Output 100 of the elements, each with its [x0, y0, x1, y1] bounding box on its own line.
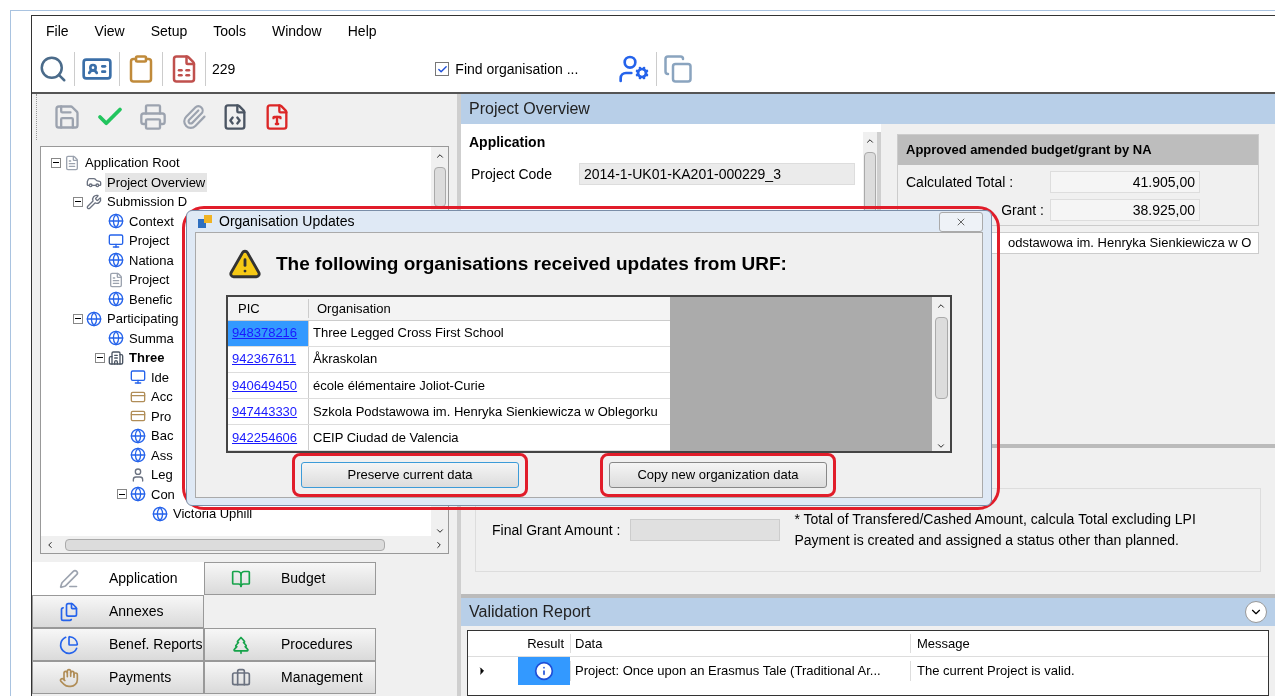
- column-header[interactable]: Message: [910, 633, 1268, 654]
- note-text: * Total of Transfered/Cashed Amount, calcula: [794, 510, 1075, 529]
- column-header[interactable]: PIC: [228, 298, 308, 319]
- scroll-left-icon[interactable]: [45, 539, 55, 550]
- tree-item[interactable]: Submission D: [105, 192, 190, 212]
- tree-item[interactable]: Project: [127, 270, 172, 290]
- horizontal-scrollbar[interactable]: [41, 536, 448, 553]
- checkbox-label[interactable]: Find organisation ...: [455, 58, 579, 80]
- checkbox[interactable]: [435, 62, 450, 76]
- tree-item[interactable]: Three: [127, 348, 167, 368]
- warning-icon: [228, 247, 262, 281]
- menu-item[interactable]: Setup: [150, 20, 188, 42]
- expander-icon[interactable]: [95, 352, 105, 363]
- column-header[interactable]: Result: [518, 633, 570, 654]
- input-field[interactable]: 38.925,00: [1050, 199, 1200, 221]
- tree-item[interactable]: Summa: [127, 328, 176, 348]
- scroll-down-icon[interactable]: [434, 526, 445, 536]
- tab[interactable]: Procedures: [204, 628, 376, 661]
- table-cell: Project: Once upon an Erasmus Tale (Traditional Ar...: [570, 661, 910, 681]
- table-cell: Three Legged Cross First School: [308, 320, 670, 346]
- input-field[interactable]: 41.905,00: [1050, 171, 1200, 193]
- tree-item[interactable]: Context: [127, 211, 176, 231]
- input-field[interactable]: 2014-1-UK01-KA201-000229_3: [579, 163, 855, 185]
- vertical-scrollbar[interactable]: [932, 297, 950, 451]
- tree-item[interactable]: Acc: [149, 387, 175, 407]
- monitor-icon: [108, 232, 124, 249]
- scroll-thumb[interactable]: [433, 167, 446, 207]
- building-icon: [108, 349, 124, 366]
- field-label: Final Grant Amount :: [492, 520, 621, 540]
- info-icon: [534, 661, 554, 681]
- tab[interactable]: Budget: [204, 562, 376, 595]
- expander-icon[interactable]: [117, 489, 127, 500]
- input-field[interactable]: [630, 519, 781, 541]
- user-settings-icon[interactable]: [618, 53, 651, 85]
- scroll-up-icon[interactable]: [936, 301, 946, 311]
- book-icon: [231, 568, 251, 589]
- field-label: Calculated Total :: [906, 172, 1015, 192]
- scroll-thumb[interactable]: [934, 317, 948, 399]
- tree-item[interactable]: Ass: [149, 445, 175, 465]
- collapse-button[interactable]: [1245, 601, 1267, 623]
- expander-icon[interactable]: [73, 313, 83, 324]
- scroll-down-icon[interactable]: [936, 441, 946, 451]
- table-cell: The current Project is valid.: [910, 661, 1268, 681]
- scroll-up-icon[interactable]: [865, 136, 875, 146]
- menu-item[interactable]: File: [46, 20, 69, 42]
- tree-item[interactable]: Ide: [149, 367, 172, 387]
- note-text: Payment is created and assigned a status other than planned.: [794, 531, 1180, 550]
- tree-item[interactable]: Project Overview: [105, 172, 208, 192]
- column-header[interactable]: Data: [570, 633, 910, 654]
- tab[interactable]: Application: [32, 562, 204, 595]
- tree-item[interactable]: Benefic: [127, 289, 175, 309]
- tree-item[interactable]: Leg: [149, 465, 175, 485]
- globe-icon: [108, 330, 124, 347]
- pic-link[interactable]: 940649450: [228, 372, 308, 398]
- column-header[interactable]: Organisation: [308, 298, 670, 319]
- person-icon: [130, 466, 146, 483]
- field-label: Project Code: [470, 164, 553, 184]
- expander-icon[interactable]: [51, 157, 61, 168]
- dialog-title: Organisation Updates: [219, 212, 355, 231]
- table-cell: école élémentaire Joliot-Curie: [308, 372, 670, 398]
- tree-item[interactable]: Pro: [149, 406, 174, 426]
- scroll-thumb[interactable]: [65, 538, 385, 551]
- tree-item[interactable]: Bac: [149, 426, 176, 446]
- tab[interactable]: Payments: [32, 661, 204, 694]
- menu-item[interactable]: Window: [271, 20, 322, 42]
- tab[interactable]: Benef. Reports: [32, 628, 204, 661]
- globe-icon: [152, 505, 168, 522]
- tab[interactable]: Management: [204, 661, 376, 694]
- window-app-icon: [197, 213, 213, 230]
- globe-icon: [130, 486, 146, 503]
- tree-item[interactable]: Participating: [105, 309, 181, 329]
- table-cell: Szkola Podstawowa im. Henryka Sienkiewicza w Oblegorku: [308, 398, 670, 424]
- scroll-right-icon[interactable]: [434, 539, 444, 550]
- expander-icon[interactable]: [73, 196, 83, 207]
- tree-item[interactable]: Con: [149, 484, 177, 504]
- windows-icon[interactable]: [663, 54, 694, 84]
- menu-item[interactable]: Tools: [213, 20, 246, 42]
- table-row[interactable]: Project: Once upon an Erasmus Tale (Traditional Ar... The current Project is valid.: [468, 657, 1268, 685]
- search-icon[interactable]: [38, 54, 68, 84]
- globe-icon: [108, 252, 124, 269]
- menu-item[interactable]: View: [94, 20, 125, 42]
- scroll-up-icon[interactable]: [434, 151, 445, 161]
- menu-item[interactable]: Help: [347, 20, 377, 42]
- pic-link[interactable]: 942367611: [228, 346, 308, 372]
- tab[interactable]: Annexes: [32, 595, 204, 628]
- tree-item[interactable]: Nationa: [127, 250, 176, 270]
- table-cell: CEIP Ciudad de Valencia: [308, 424, 670, 450]
- dialog-button[interactable]: Copy new organization data: [609, 462, 827, 488]
- pic-link[interactable]: 947443330: [228, 398, 308, 424]
- tree-icon: [231, 634, 251, 655]
- pic-link[interactable]: 942254606: [228, 424, 308, 450]
- record-count: 229: [212, 59, 236, 79]
- tree-item[interactable]: Project: [127, 231, 172, 251]
- group-title: Approved amended budget/grant by NA: [898, 135, 1258, 165]
- dialog-button[interactable]: Preserve current data: [301, 462, 519, 488]
- briefcase-icon: [231, 667, 251, 688]
- pen-icon: [59, 568, 79, 589]
- globe-icon: [108, 291, 124, 308]
- tree-item[interactable]: Application Root: [83, 153, 182, 173]
- note-text: Total excluding LPI: [1078, 510, 1196, 529]
